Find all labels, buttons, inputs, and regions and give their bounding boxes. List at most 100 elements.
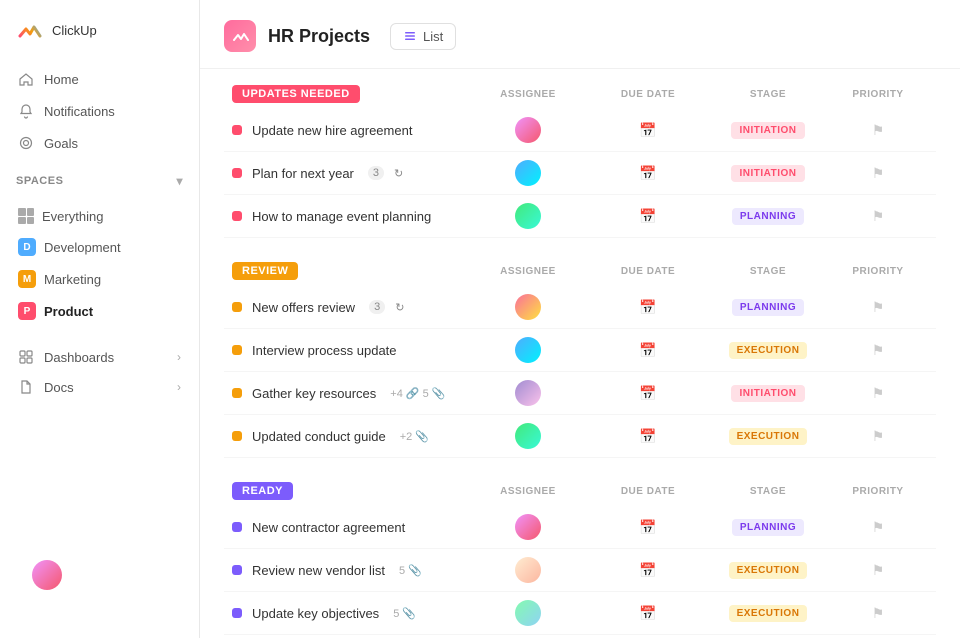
spaces-list: Everything D Development M Marketing P P… [0, 202, 199, 326]
task-name: New offers review [252, 300, 355, 315]
space-product-label: Product [44, 304, 93, 319]
nav-docs[interactable]: Docs › [8, 372, 191, 402]
avatar [515, 423, 541, 449]
priority-cell: ⚑ [828, 519, 928, 536]
stage-badge: PLANNING [732, 519, 804, 536]
stage-badge: EXECUTION [729, 342, 808, 359]
nav-goals-label: Goals [44, 136, 78, 151]
section-review: REVIEW ASSIGNEE DUE DATE STAGE PRIORITY … [224, 262, 936, 458]
task-name: How to manage event planning [252, 209, 431, 224]
main-content: UPDATES NEEDED ASSIGNEE DUE DATE STAGE P… [200, 69, 960, 638]
bell-icon [18, 103, 34, 119]
table-row[interactable]: Update new hire agreement 📅 INITIATION ⚑ [224, 109, 936, 152]
table-row[interactable]: Updated conduct guide +2 📎 📅 EXECUTION ⚑ [224, 415, 936, 458]
avatar [515, 294, 541, 320]
list-view-icon [403, 29, 417, 43]
priority-cell: ⚑ [828, 122, 928, 139]
spaces-header[interactable]: Spaces ▾ [16, 174, 183, 188]
space-development-label: Development [44, 240, 121, 255]
space-product-badge: P [18, 302, 36, 320]
task-name: Review new vendor list [252, 563, 385, 578]
nav-goals[interactable]: Goals [8, 128, 191, 158]
priority-cell: ⚑ [828, 299, 928, 316]
stage-badge: INITIATION [731, 385, 804, 402]
nav-home[interactable]: Home [8, 64, 191, 94]
task-dot [232, 565, 242, 575]
bottom-nav: Dashboards › Docs › [0, 342, 199, 402]
priority-cell: ⚑ [828, 342, 928, 359]
home-icon [18, 71, 34, 87]
user-avatar-area[interactable] [0, 544, 199, 622]
avatar [515, 337, 541, 363]
docs-icon [18, 379, 34, 395]
col-duedate-1: DUE DATE [588, 266, 708, 277]
dashboards-label: Dashboards [44, 350, 114, 365]
priority-cell: ⚑ [828, 165, 928, 182]
nav-notifications-label: Notifications [44, 104, 115, 119]
user-avatar[interactable] [32, 560, 62, 590]
nav-notifications[interactable]: Notifications [8, 96, 191, 126]
priority-cell: ⚑ [828, 385, 928, 402]
task-dot [232, 211, 242, 221]
col-assignee-0: ASSIGNEE [468, 89, 588, 100]
task-dot [232, 125, 242, 135]
task-dot [232, 345, 242, 355]
table-row[interactable]: How to manage event planning 📅 PLANNING … [224, 195, 936, 238]
dashboards-chevron: › [177, 350, 181, 364]
table-row[interactable]: Review new vendor list 5 📎 📅 EXECUTION ⚑ [224, 549, 936, 592]
table-row[interactable]: Update key objectives 5 📎 📅 EXECUTION ⚑ [224, 592, 936, 635]
stage-badge: PLANNING [732, 208, 804, 225]
due-date-cell: 📅 [588, 519, 708, 536]
task-dot [232, 608, 242, 618]
table-row[interactable]: New contractor agreement 📅 PLANNING ⚑ [224, 506, 936, 549]
section-updates-header: UPDATES NEEDED ASSIGNEE DUE DATE STAGE P… [224, 85, 936, 109]
spaces-section: Spaces ▾ [0, 158, 199, 202]
space-marketing[interactable]: M Marketing [8, 264, 191, 294]
space-product[interactable]: P Product [8, 296, 191, 326]
due-date-cell: 📅 [588, 299, 708, 316]
nav-dashboards[interactable]: Dashboards › [8, 342, 191, 372]
priority-cell: ⚑ [828, 605, 928, 622]
table-row[interactable]: Interview process update 📅 EXECUTION ⚑ [224, 329, 936, 372]
attach-meta: 5 📎 [399, 564, 422, 577]
task-badge: 3 [368, 166, 384, 180]
avatar [515, 514, 541, 540]
task-name: Plan for next year [252, 166, 354, 181]
section-updates-label: UPDATES NEEDED [232, 85, 360, 103]
docs-chevron: › [177, 380, 181, 394]
space-marketing-badge: M [18, 270, 36, 288]
col-priority-2: PRIORITY [828, 486, 928, 497]
due-date-cell: 📅 [588, 605, 708, 622]
col-duedate-0: DUE DATE [588, 89, 708, 100]
col-assignee-2: ASSIGNEE [468, 486, 588, 497]
task-name: Update key objectives [252, 606, 379, 621]
stage-badge: EXECUTION [729, 605, 808, 622]
table-row[interactable]: Gather key resources +4 🔗 5 📎 📅 INITIATI… [224, 372, 936, 415]
main-area: HR Projects List UPDATES NEEDED ASSIGNEE… [200, 0, 960, 638]
space-development-badge: D [18, 238, 36, 256]
col-duedate-2: DUE DATE [588, 486, 708, 497]
avatar [515, 160, 541, 186]
view-list-button[interactable]: List [390, 23, 456, 50]
col-priority-0: PRIORITY [828, 89, 928, 100]
task-name: Interview process update [252, 343, 397, 358]
refresh-icon: ↻ [394, 167, 403, 180]
stage-badge: PLANNING [732, 299, 804, 316]
section-ready-label: READY [232, 482, 293, 500]
space-everything[interactable]: Everything [8, 202, 191, 230]
nav-home-label: Home [44, 72, 79, 87]
task-dot [232, 522, 242, 532]
docs-left: Docs [18, 379, 74, 395]
section-review-header: REVIEW ASSIGNEE DUE DATE STAGE PRIORITY [224, 262, 936, 286]
task-name: Gather key resources [252, 386, 376, 401]
table-row[interactable]: New offers review 3 ↻ 📅 PLANNING ⚑ [224, 286, 936, 329]
table-row[interactable]: Plan for next year 3 ↻ 📅 INITIATION ⚑ [224, 152, 936, 195]
task-dot [232, 388, 242, 398]
col-assignee-1: ASSIGNEE [468, 266, 588, 277]
col-stage-1: STAGE [708, 266, 828, 277]
due-date-cell: 📅 [588, 165, 708, 182]
avatar [515, 557, 541, 583]
space-development[interactable]: D Development [8, 232, 191, 262]
avatar [515, 203, 541, 229]
space-marketing-label: Marketing [44, 272, 101, 287]
